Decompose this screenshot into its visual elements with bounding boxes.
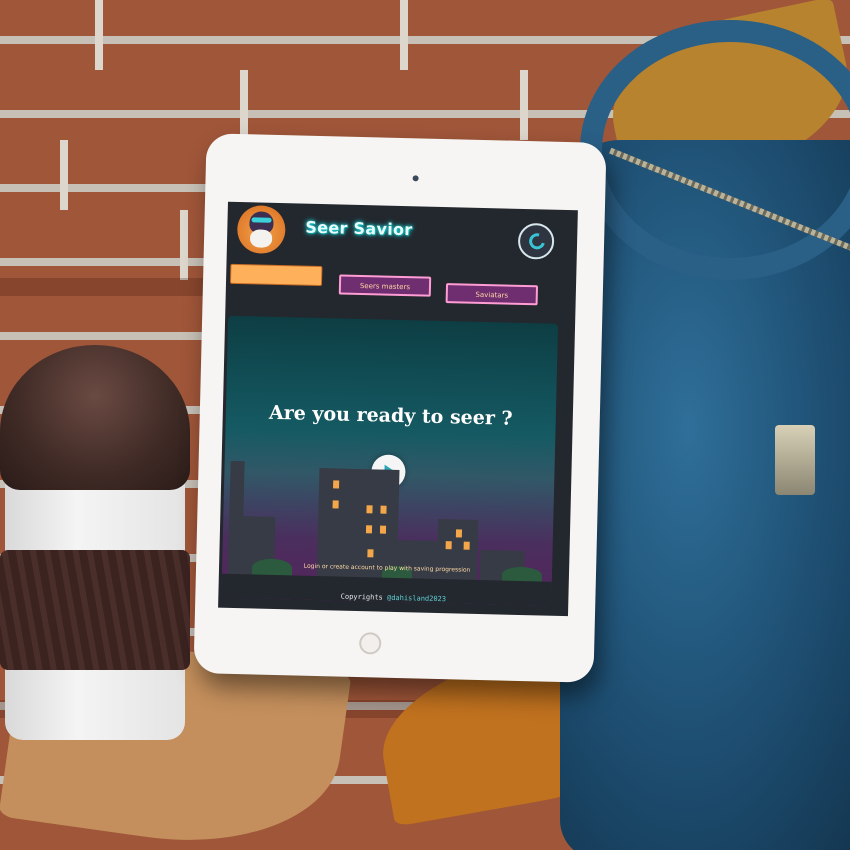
window-light: [332, 500, 339, 509]
cup-sleeve: [0, 550, 190, 670]
window-light: [379, 525, 387, 534]
window-light: [365, 525, 373, 534]
hero-banner: Are you ready to seer ? Login or create …: [221, 315, 559, 606]
brick-joint: [400, 0, 408, 70]
coffee-cup: [0, 345, 200, 745]
window-light: [455, 529, 463, 538]
window-light: [367, 549, 374, 558]
tablet-device: Seer Savior Seers masters Saviatars Are …: [193, 133, 607, 683]
app-screen: Seer Savior Seers masters Saviatars Are …: [218, 201, 578, 617]
window-light: [380, 505, 387, 514]
app-title: Seer Savior: [305, 217, 413, 240]
nav-seers-masters-button[interactable]: Seers masters: [338, 274, 432, 297]
nav-saviatars-button[interactable]: Saviatars: [445, 283, 539, 306]
brick-joint: [520, 70, 528, 140]
window-light: [366, 505, 373, 514]
copyright-handle[interactable]: @dahisland2023: [387, 594, 446, 603]
user-avatar-icon: [526, 230, 548, 253]
bag-clasp: [775, 425, 815, 495]
user-avatar-button[interactable]: [517, 222, 555, 260]
nav-home-button[interactable]: [229, 263, 323, 287]
owl-goggles: [251, 217, 272, 223]
brick-joint: [180, 210, 188, 280]
copyright-text: Copyrights: [340, 592, 388, 602]
window-light: [463, 541, 470, 550]
window-light: [445, 541, 452, 550]
brick-joint: [95, 0, 103, 70]
app-header: Seer Savior: [227, 202, 578, 267]
hero-headline: Are you ready to seer ?: [268, 401, 513, 430]
owl-body: [249, 229, 273, 248]
window-light: [333, 480, 340, 489]
brick-joint: [60, 140, 68, 210]
owl-mascot-icon[interactable]: [236, 204, 286, 255]
camera-icon: [412, 175, 419, 182]
brick-joint: [240, 70, 248, 140]
cup-lid: [0, 345, 190, 490]
home-hardware-button[interactable]: [358, 632, 382, 655]
